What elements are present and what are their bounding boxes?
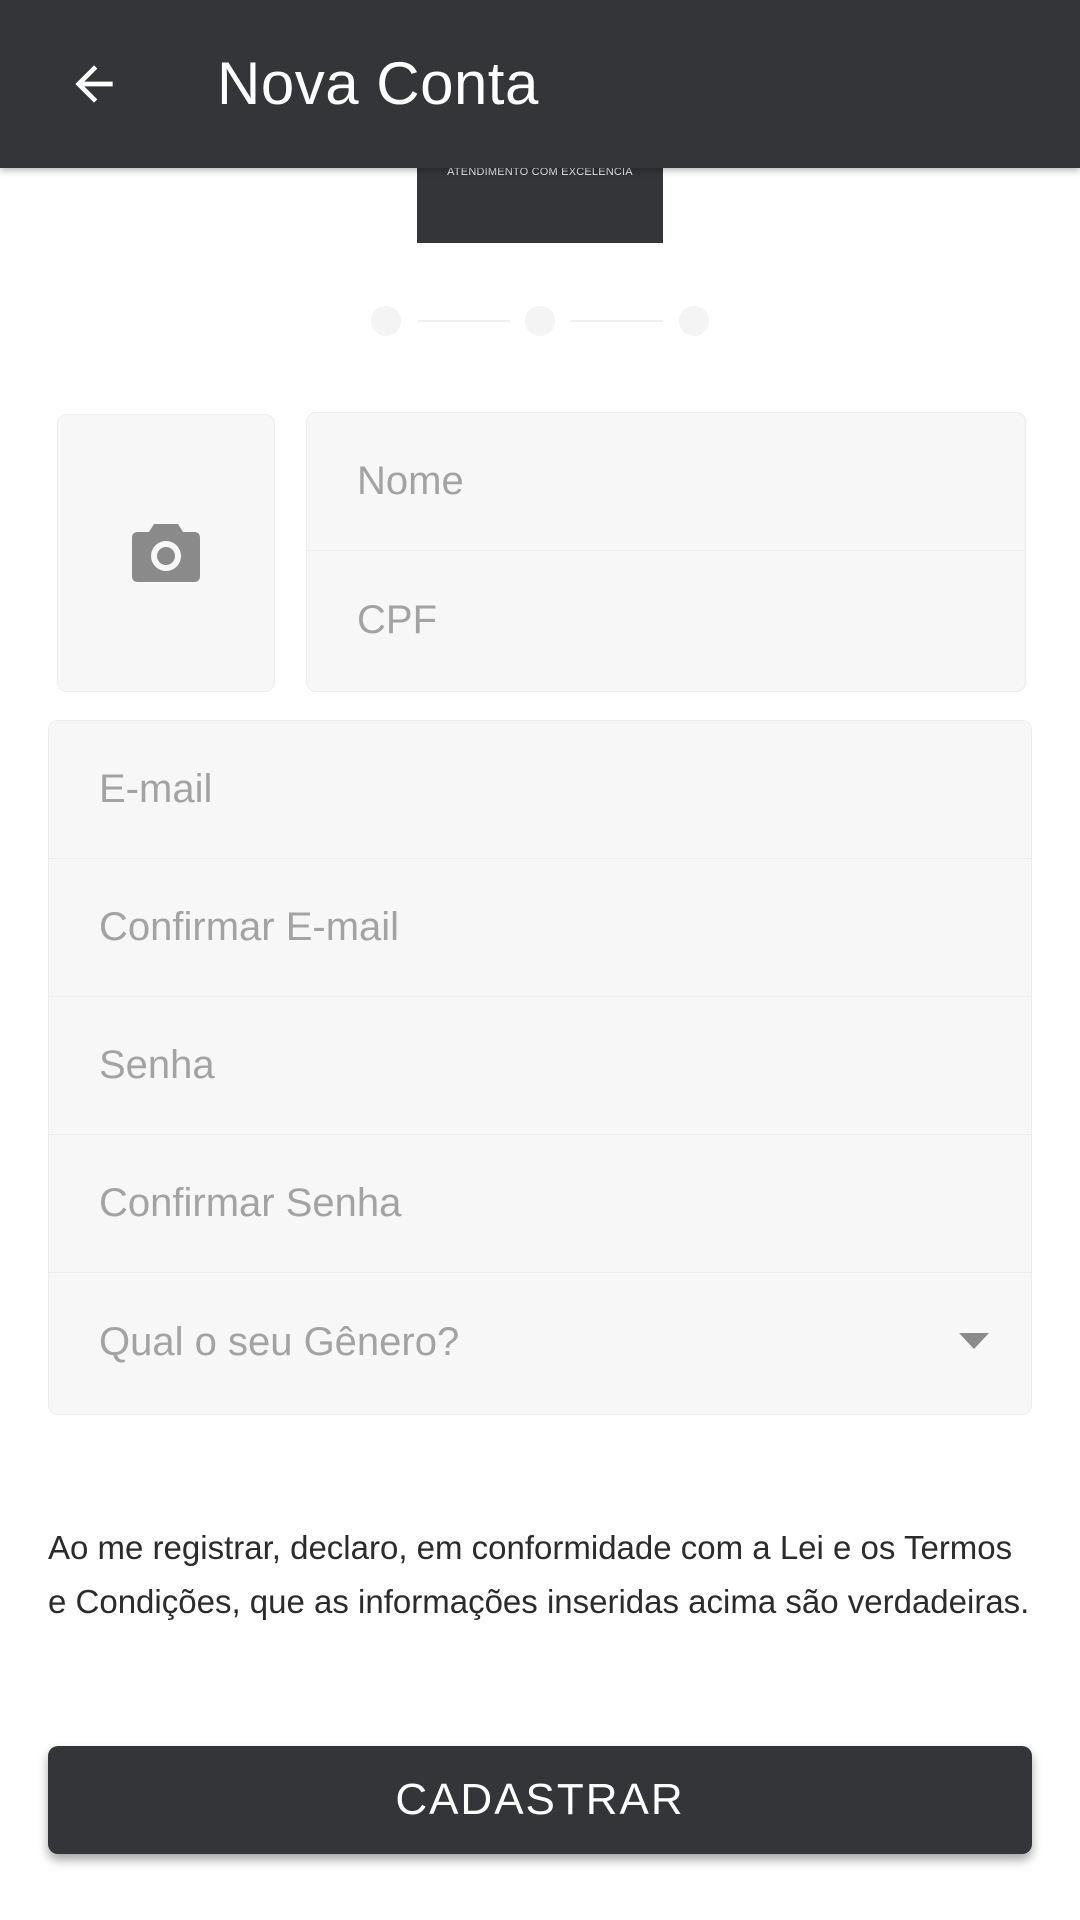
chevron-down-icon [959, 1333, 989, 1349]
senha-field-row [49, 997, 1031, 1135]
nome-field-row [307, 413, 1025, 551]
step-dot-3 [679, 306, 709, 336]
confirm-email-field-row [49, 859, 1031, 997]
app-bar: Nova Conta [0, 0, 1080, 168]
camera-icon [132, 524, 200, 582]
confirm-email-input[interactable] [49, 859, 1031, 996]
terms-declaration: Ao me registrar, declaro, em conformidad… [48, 1529, 1030, 1620]
identity-fields [306, 412, 1026, 692]
confirm-senha-input[interactable] [49, 1135, 1031, 1272]
email-field-row [49, 721, 1031, 859]
progress-stepper [371, 306, 709, 336]
arrow-back-icon [75, 65, 113, 103]
nome-input[interactable] [307, 413, 1025, 550]
email-input[interactable] [49, 721, 1031, 858]
page-title: Nova Conta [217, 50, 539, 117]
step-dot-1 [371, 306, 401, 336]
step-dot-2 [525, 306, 555, 336]
profile-photo-picker[interactable] [57, 414, 275, 692]
step-connector-2 [571, 320, 663, 322]
account-fields: Qual o seu Gênero? [48, 720, 1032, 1415]
confirm-senha-field-row [49, 1135, 1031, 1273]
cpf-input[interactable] [307, 551, 1025, 689]
submit-button[interactable]: CADASTRAR [48, 1746, 1032, 1854]
step-connector-1 [418, 320, 510, 322]
cpf-field-row [307, 551, 1025, 689]
brand-logo: ATENDIMENTO COM EXCELÊNCIA [417, 158, 663, 243]
senha-input[interactable] [49, 997, 1031, 1134]
genero-select-label: Qual o seu Gênero? [99, 1320, 460, 1364]
back-button[interactable] [54, 44, 134, 124]
genero-select[interactable]: Qual o seu Gênero? [49, 1273, 1031, 1411]
